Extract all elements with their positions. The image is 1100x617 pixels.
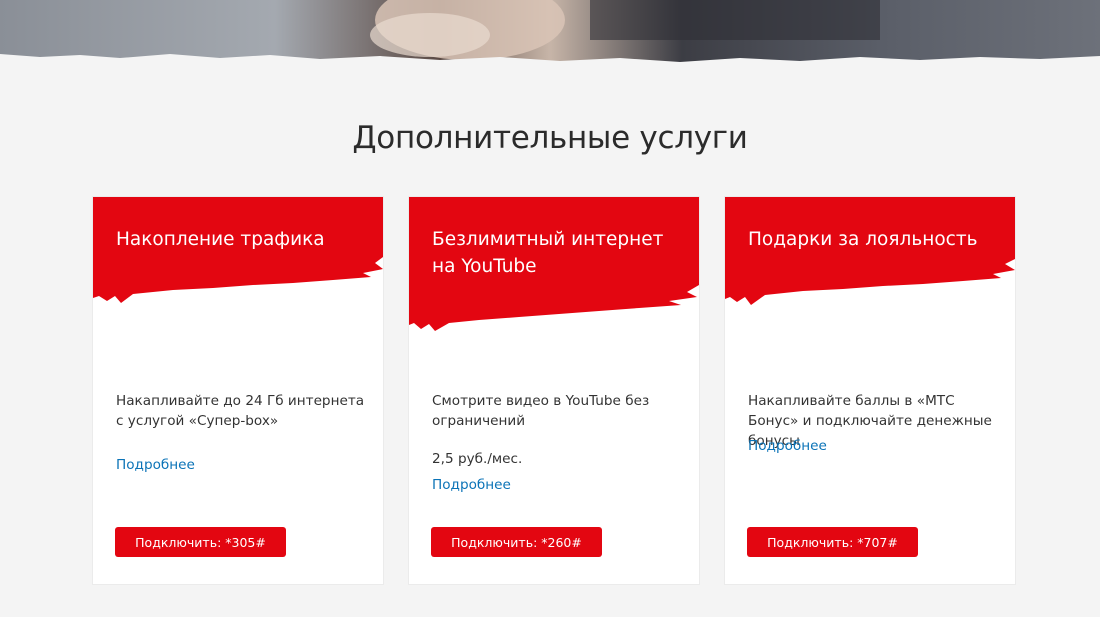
card-title: Подарки за лояльность [748,229,978,250]
connect-button[interactable]: Подключить: *260# [431,527,602,557]
card-price: 2,5 руб./мес. [432,451,523,467]
service-card-youtube: Безлимитный интернет на YouTube Смотрите… [409,197,699,584]
card-description: Смотрите видео в YouTube без ограничений [432,393,650,429]
connect-button[interactable]: Подключить: *305# [115,527,286,557]
card-description: Накапливайте до 24 Гб интернета с услуго… [116,393,365,429]
card-header-brush [93,197,383,347]
service-card-traffic: Накопление трафика Накапливайте до 24 Гб… [93,197,383,584]
more-link[interactable]: Подробнее [748,438,827,454]
card-header-brush [725,197,1015,347]
more-link[interactable]: Подробнее [116,457,195,473]
service-card-loyalty: Подарки за лояльность Накапливайте баллы… [725,197,1015,584]
section-title: Дополнительные услуги [352,120,748,156]
card-title: Накопление трафика [116,229,325,250]
more-link[interactable]: Подробнее [432,477,511,493]
hero-banner-image [0,0,1100,70]
card-title: Безлимитный интернет на YouTube [432,229,664,277]
connect-button[interactable]: Подключить: *707# [747,527,918,557]
